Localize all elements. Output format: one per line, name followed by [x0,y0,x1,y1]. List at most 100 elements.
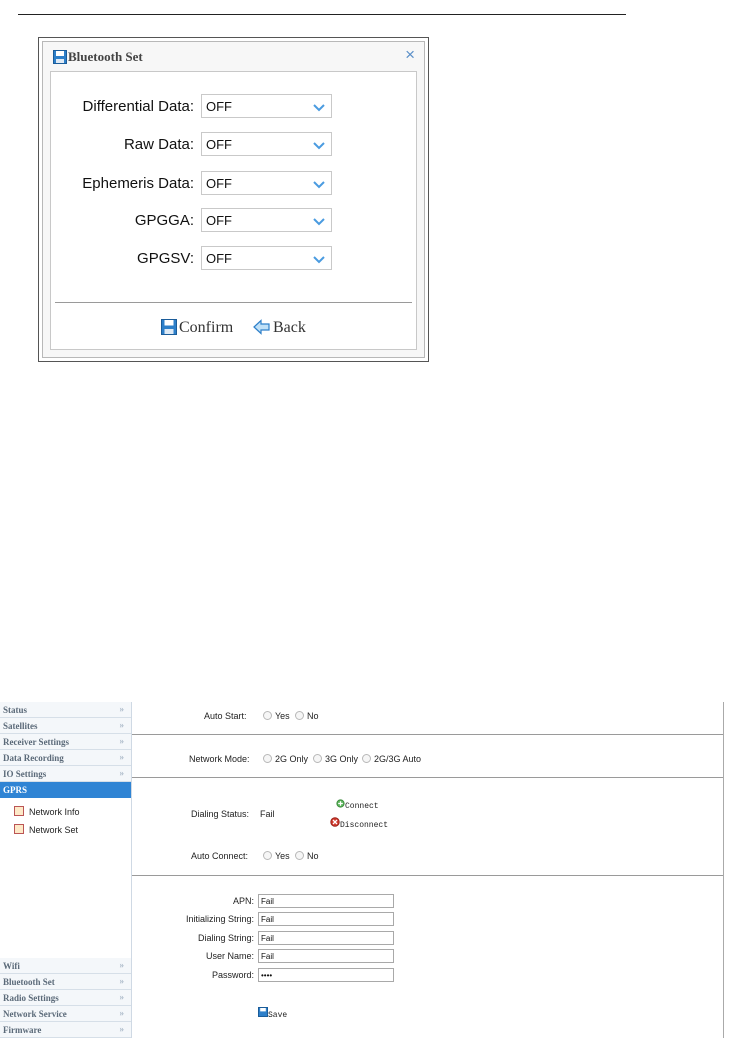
sidebar-item-label: Bluetooth Set [3,977,55,987]
close-icon[interactable]: × [405,45,415,65]
field-row-gpgsv: GPGSV: OFF [51,246,416,272]
field-row-gpgga: GPGGA: OFF [51,208,416,234]
expand-icon: » [119,736,125,746]
sidebar: Status » Satellites » Receiver Settings » D… [0,702,132,1038]
back-label: Back [273,319,306,336]
sidebar-item-data-recording[interactable]: Data Recording » [0,750,131,766]
select-value: OFF [206,176,232,191]
auto-start-no-radio[interactable]: No [295,711,319,721]
radio-circle [362,754,371,763]
sidebar-item-label: Wifi [3,961,20,971]
ephemeris-data-select[interactable]: OFF [201,171,332,195]
gprs-main-content: Auto Start: Yes No Network Mode: 2G Only… [132,702,724,1038]
sidebar-item-status[interactable]: Status » [0,702,131,718]
back-button[interactable]: Back [253,319,306,337]
page-icon [14,824,24,834]
sidebar-item-satellites[interactable]: Satellites » [0,718,131,734]
field-row-differential-data: Differential Data: OFF [51,94,416,120]
field-label: Raw Data: [123,136,194,153]
password-field[interactable] [258,968,394,982]
radio-label: Yes [275,851,290,861]
dialog-body: Differential Data: OFF Raw Data: OFF Eph… [50,71,417,350]
select-value: OFF [206,99,232,114]
floppy-disk-icon [258,1007,268,1017]
radio-label: No [307,711,319,721]
auto-start-label: Auto Start: [204,711,247,721]
apn-label: APN: [232,896,254,906]
field-label: GPGGA: [134,212,194,229]
section-divider [132,777,723,778]
expand-icon: » [119,1024,125,1034]
sidebar-item-firmware[interactable]: Firmware » [0,1022,131,1038]
auto-start-yes-radio[interactable]: Yes [263,711,290,721]
differential-data-select[interactable]: OFF [201,94,332,118]
section-divider [132,875,723,876]
disconnect-label: Disconnect [340,821,389,830]
dialing-string-field[interactable] [258,931,394,945]
select-value: OFF [206,251,232,266]
sidebar-item-network-service[interactable]: Network Service » [0,1006,131,1022]
connect-button[interactable]: Connect [336,799,379,811]
password-label: Password: [211,970,254,980]
expand-icon: » [119,752,125,762]
mode-2g3g-auto-radio[interactable]: 2G/3G Auto [362,754,421,764]
expand-icon: » [119,960,125,970]
initializing-string-field[interactable] [258,912,394,926]
expand-icon: » [119,704,125,714]
auto-connect-no-radio[interactable]: No [295,851,319,861]
radio-circle [313,754,322,763]
disconnect-button[interactable]: Disconnect [330,817,388,830]
save-button[interactable]: Save [258,1007,287,1020]
dialing-status-value: Fail [260,809,275,819]
sidebar-item-receiver-settings[interactable]: Receiver Settings » [0,734,131,750]
radio-label: No [307,851,319,861]
sidebar-item-io-settings[interactable]: IO Settings » [0,766,131,782]
gpgsv-select[interactable]: OFF [201,246,332,270]
sidebar-item-label: Status [3,705,28,715]
dialog-frame: Bluetooth Set × Differential Data: OFF R… [42,41,425,358]
connect-icon [336,799,345,808]
sidebar-item-label: GPRS [3,785,28,795]
sidebar-item-radio-settings[interactable]: Radio Settings » [0,990,131,1006]
user-name-field[interactable] [258,949,394,963]
sidebar-subitem-network-info[interactable]: Network Info [14,806,80,817]
sidebar-item-label: Receiver Settings [3,737,70,747]
dialog-title: Bluetooth Set [53,49,143,68]
sidebar-item-label: Firmware [3,1025,42,1035]
mode-3g-only-radio[interactable]: 3G Only [313,754,358,764]
radio-circle [263,754,272,763]
floppy-disk-icon [161,319,177,335]
field-row-raw-data: Raw Data: OFF [51,132,416,158]
field-label: Differential Data: [82,98,194,115]
sidebar-item-label: Network Service [3,1009,67,1019]
dialog-title-text: Bluetooth Set [68,49,143,64]
expand-icon: » [119,768,125,778]
raw-data-select[interactable]: OFF [201,132,332,156]
confirm-button[interactable]: Confirm [161,319,233,337]
radio-label: 2G/3G Auto [374,754,422,764]
user-name-label: User Name: [205,951,254,961]
sidebar-item-label: Radio Settings [3,993,59,1003]
field-label: GPGSV: [137,250,194,267]
mode-2g-only-radio[interactable]: 2G Only [263,754,308,764]
page-top-rule [18,14,626,15]
floppy-disk-icon [53,50,67,68]
dialing-status-label: Dialing Status: [191,809,250,819]
select-value: OFF [206,137,232,152]
expand-icon: » [119,720,125,730]
back-arrow-icon [253,319,270,335]
chevron-down-icon [313,214,325,232]
initializing-string-label: Initializing String: [185,914,254,924]
gpgga-select[interactable]: OFF [201,208,332,232]
radio-label: 3G Only [325,754,359,764]
apn-field[interactable] [258,894,394,908]
sidebar-item-wifi[interactable]: Wifi » [0,958,131,974]
sidebar-subitem-network-set[interactable]: Network Set [14,824,78,835]
page-icon [14,806,24,816]
sidebar-item-gprs[interactable]: GPRS [0,782,131,798]
radio-circle [263,851,272,860]
dialing-string-label: Dialing String: [197,933,254,943]
auto-connect-yes-radio[interactable]: Yes [263,851,290,861]
sidebar-subitem-label: Network Info [29,807,80,817]
sidebar-item-bluetooth-set[interactable]: Bluetooth Set » [0,974,131,990]
